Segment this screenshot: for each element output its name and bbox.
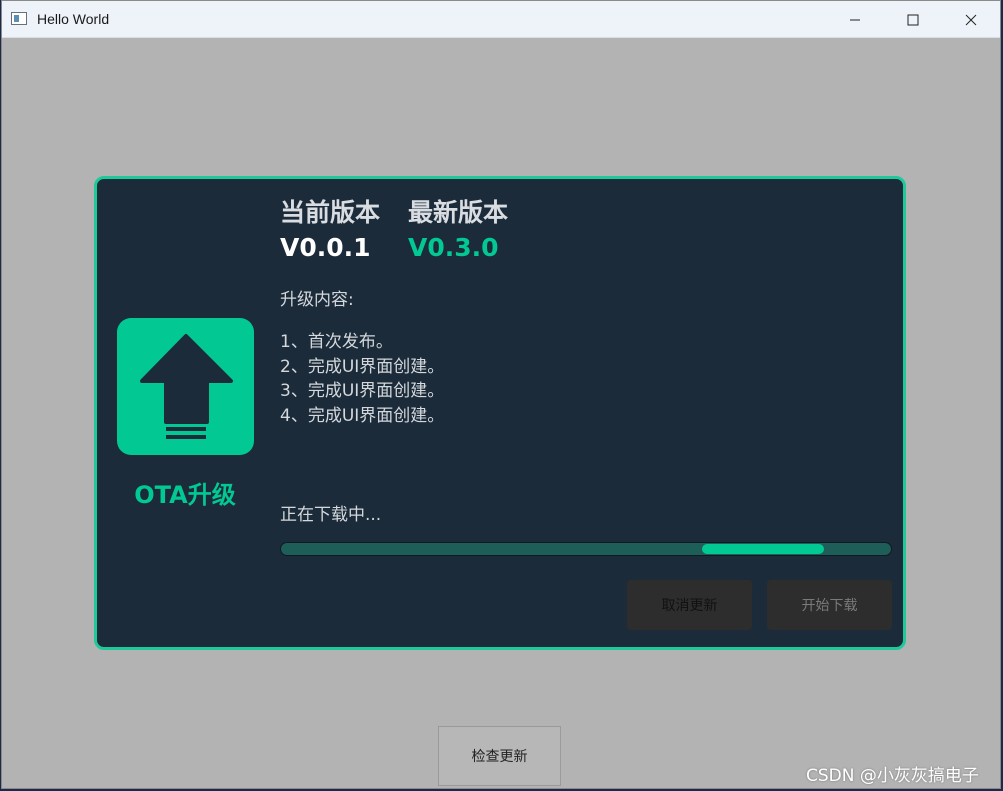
- upload-arrow-icon: [140, 334, 233, 439]
- upgrade-content-title: 升级内容:: [280, 290, 354, 310]
- minimize-button[interactable]: [826, 1, 884, 38]
- current-version-value: V0.0.1: [280, 233, 371, 262]
- latest-version-header: 最新版本: [408, 198, 509, 227]
- check-update-button[interactable]: 检查更新: [438, 726, 561, 786]
- release-notes: 1、首次发布。 2、完成UI界面创建。 3、完成UI界面创建。 4、完成UI界面…: [280, 330, 444, 428]
- minimize-icon: [850, 19, 860, 20]
- release-note-item: 1、首次发布。: [280, 332, 393, 352]
- ota-label: OTA升级: [134, 481, 236, 509]
- start-download-button[interactable]: 开始下载: [767, 580, 892, 630]
- ota-icon-tile: [117, 318, 254, 455]
- watermark: CSDN @小灰灰搞电子: [806, 766, 979, 786]
- download-progress-fill: [701, 544, 824, 554]
- release-note-item: 2、完成UI界面创建。: [280, 356, 445, 377]
- cancel-update-button[interactable]: 取消更新: [627, 580, 752, 630]
- download-status: 正在下载中...: [280, 505, 382, 525]
- window-title: Hello World: [37, 11, 110, 27]
- maximize-button[interactable]: [884, 1, 942, 38]
- maximize-icon: [907, 14, 919, 25]
- latest-version-value: V0.3.0: [408, 233, 499, 262]
- app-window-icon: [11, 12, 27, 25]
- release-note-item: 3、完成UI界面创建。: [280, 381, 445, 401]
- current-version-header: 当前版本: [280, 198, 381, 227]
- close-icon: [965, 14, 977, 25]
- ota-dialog: OTA升级 当前版本 最新版本 V0.0.1 V0.3.0 升级内容: 1、首次…: [94, 176, 906, 650]
- download-progress-bar: [280, 542, 892, 556]
- close-button[interactable]: [942, 1, 1000, 38]
- title-bar[interactable]: Hello World: [2, 1, 1000, 38]
- release-note-item: 4、完成UI界面创建。: [280, 405, 445, 426]
